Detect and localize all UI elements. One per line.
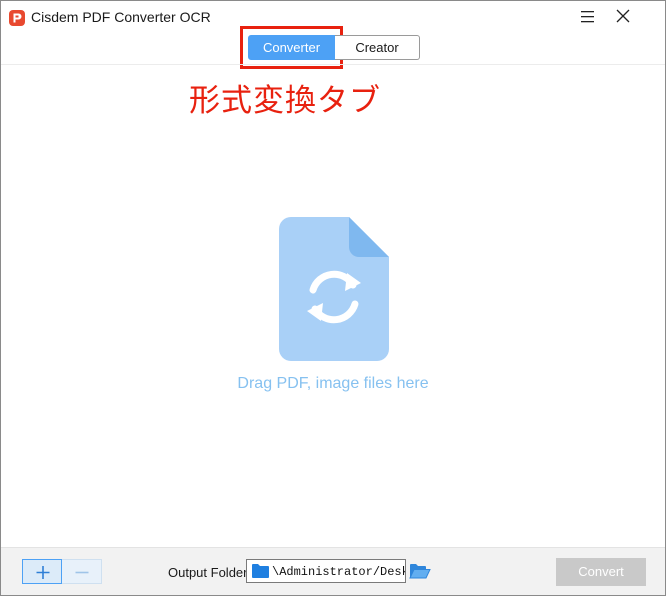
output-path-text: \Administrator/Desktop [272,565,405,579]
app-window: Cisdem PDF Converter OCR Converter Creat… [0,0,666,596]
header-divider [1,64,665,65]
remove-file-button[interactable] [62,559,102,584]
cisdem-logo-icon [9,10,25,26]
mode-tabs: Converter Creator [248,35,420,60]
folder-icon [252,564,269,582]
minus-icon [75,571,89,574]
drop-zone-hint: Drag PDF, image files here [237,375,429,392]
tab-creator[interactable]: Creator [335,35,420,60]
window-title: Cisdem PDF Converter OCR [31,9,211,25]
hamburger-menu-icon[interactable] [577,7,599,27]
tab-converter[interactable]: Converter [248,35,335,60]
add-file-button[interactable] [22,559,62,584]
convert-button[interactable]: Convert [556,558,646,586]
close-icon[interactable] [612,7,634,27]
plus-icon [36,566,50,579]
output-folder-label: Output Folder [168,565,248,580]
open-folder-icon[interactable] [409,561,431,581]
file-convert-icon[interactable] [279,217,389,361]
annotation-label: 形式変換タブ [189,83,381,119]
output-path-field[interactable]: \Administrator/Desktop [246,559,406,583]
bottom-bar: Output Folder \Administrator/Desktop Con… [1,547,665,595]
